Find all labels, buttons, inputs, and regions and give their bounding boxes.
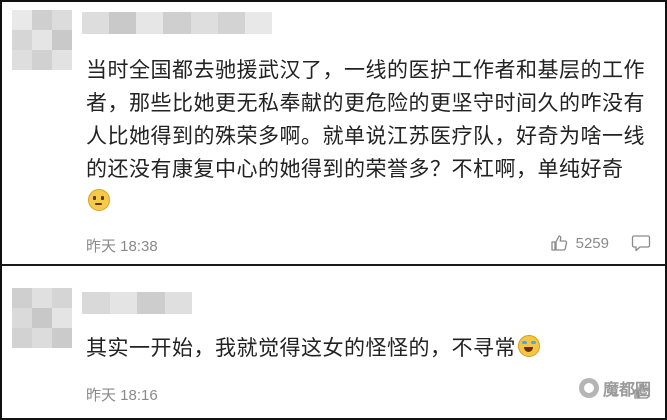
avatar-mosaic-tile (32, 30, 52, 50)
crying-laughing-emoji (518, 335, 540, 357)
comment-time: 昨天 18:16 (86, 387, 158, 404)
username-mosaic-tile (82, 12, 110, 34)
username-mosaic-tile (164, 292, 192, 314)
avatar-mosaic-tile (52, 328, 72, 348)
username-mosaic-tile (244, 12, 272, 34)
username-mosaic-tile (136, 12, 164, 34)
avatar[interactable] (12, 288, 72, 348)
username-mosaic-tile (109, 292, 137, 314)
comment-body: 当时全国都去驰援武汉了，一线的医护工作者和基层的工作者，那些比她更无私奉献的更危… (86, 58, 645, 181)
username-mosaic-tile (82, 292, 110, 314)
comment-body: 其实一开始，我就觉得这女的怪怪的，不寻常 (86, 336, 516, 360)
avatar-mosaic-tile (12, 308, 32, 328)
avatar-mosaic-tile (52, 288, 72, 308)
thinking-face-emoji (88, 189, 110, 211)
username-mosaic-tile (163, 12, 191, 34)
avatar-mosaic-tile (52, 30, 72, 50)
screenshot-frame: 当时全国都去驰援武汉了，一线的医护工作者和基层的工作者，那些比她更无私奉献的更危… (0, 0, 667, 420)
comment-item: 其实一开始，我就觉得这女的怪怪的，不寻常 昨天 18:16 (2, 266, 665, 418)
comment-text: 其实一开始，我就觉得这女的怪怪的，不寻常 (86, 332, 646, 365)
avatar-mosaic-tile (32, 288, 52, 308)
username-mosaic-tile (109, 12, 137, 34)
thumbs-up-icon[interactable] (550, 234, 568, 252)
username-blurred[interactable] (82, 292, 192, 314)
comment-item: 当时全国都去驰援武汉了，一线的医护工作者和基层的工作者，那些比她更无私奉献的更危… (2, 2, 665, 264)
watermark-text: 魔都圈 (602, 380, 651, 399)
avatar-mosaic-tile (32, 50, 52, 70)
avatar[interactable] (12, 10, 72, 70)
like-count: 5259 (575, 234, 609, 252)
wechat-icon (578, 378, 599, 398)
avatar-mosaic-tile (12, 50, 32, 70)
username-mosaic-tile (137, 292, 165, 314)
username-mosaic-tile (217, 12, 245, 34)
username-mosaic-tile (190, 12, 218, 34)
avatar-mosaic-tile (32, 328, 52, 348)
comment-text: 当时全国都去驰援武汉了，一线的医护工作者和基层的工作者，那些比她更无私奉献的更危… (86, 54, 646, 219)
username-blurred[interactable] (82, 12, 272, 34)
avatar-mosaic-tile (12, 328, 32, 348)
avatar-mosaic-tile (32, 308, 52, 328)
avatar-mosaic-tile (12, 10, 32, 30)
avatar-mosaic-tile (12, 288, 32, 308)
comment-time: 昨天 18:38 (86, 238, 158, 255)
comment-actions: 5259 (550, 234, 651, 252)
reply-icon[interactable] (631, 234, 651, 252)
avatar-mosaic-tile (12, 30, 32, 50)
watermark: 魔都圈 (578, 376, 651, 400)
avatar-mosaic-tile (32, 10, 52, 30)
avatar-mosaic-tile (52, 50, 72, 70)
avatar-mosaic-tile (52, 308, 72, 328)
avatar-mosaic-tile (52, 10, 72, 30)
